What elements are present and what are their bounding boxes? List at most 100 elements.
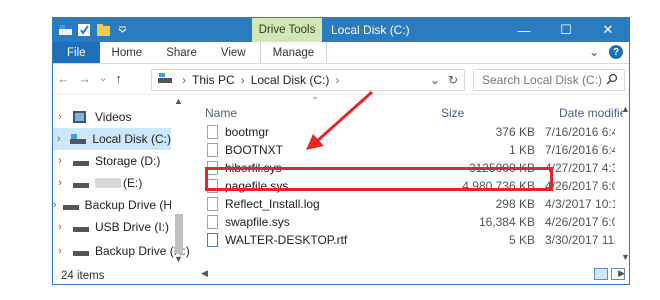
file-row-reflect-install[interactable]: Reflect_Install.log 298 KB 4/3/2017 10:1 (193, 195, 623, 213)
tab-home[interactable]: Home (100, 42, 155, 63)
minimize-button[interactable]: — (503, 18, 545, 42)
file-name: swapfile.sys (225, 215, 290, 229)
column-header-size[interactable]: Size (441, 106, 464, 120)
file-row-swapfile[interactable]: swapfile.sys 16,384 KB 4/26/2017 6:0 (193, 213, 623, 231)
horizontal-scrollbar[interactable]: ◀ ▶ (193, 266, 629, 280)
column-header-row: Name ⌃ Size Date modifiec ▲ (193, 96, 629, 120)
explorer-window: Drive Tools Local Disk (C:) — ☐ ✕ File H… (52, 17, 630, 285)
file-row-bootnxt[interactable]: BOOTNXT 1 KB 7/16/2016 6:4 (193, 141, 623, 159)
address-dropdown-icon[interactable]: ⌄ (430, 73, 440, 87)
nav-item-local-disk-c[interactable]: › Local Disk (C:) (53, 128, 171, 150)
address-bar[interactable]: › This PC › Local Disk (C:) › ⌄ ↻ (151, 69, 465, 91)
nav-item-label: USB Drive (I:) (95, 220, 170, 234)
properties-icon[interactable] (78, 24, 91, 36)
tab-view[interactable]: View (209, 42, 258, 63)
tab-manage[interactable]: Manage (259, 42, 328, 63)
file-date: 7/16/2016 6:4 (545, 125, 615, 139)
title-bar: Drive Tools Local Disk (C:) — ☐ ✕ (53, 18, 629, 42)
expand-chevron-icon[interactable]: › (53, 133, 64, 145)
window-title: Local Disk (C:) (331, 23, 410, 37)
view-switcher (594, 268, 625, 280)
scroll-down-arrow-icon[interactable]: ▼ (174, 254, 183, 264)
back-arrow-icon[interactable]: ← (57, 71, 70, 86)
nav-item-videos[interactable]: › Videos (53, 106, 171, 128)
file-date: 4/3/2017 10:1 (545, 197, 615, 211)
customize-dropdown-icon[interactable] (116, 24, 129, 36)
scroll-left-arrow-icon[interactable]: ◀ (201, 268, 208, 279)
ribbon-tabs: File Home Share View Manage ⌄ ? (53, 42, 629, 64)
file-name: bootmgr (225, 125, 270, 139)
help-icon[interactable]: ? (609, 45, 623, 59)
text-file-icon (207, 197, 218, 211)
column-header-date[interactable]: Date modifiec (559, 106, 623, 120)
address-row: ← → ⌄ ↑ › This PC › Local Disk (C:) › ⌄ … (53, 65, 629, 95)
nav-item-drive-e[interactable]: › (E:) (53, 172, 171, 194)
expand-chevron-icon[interactable]: › (53, 177, 67, 189)
drive-tools-contextual-tab[interactable]: Drive Tools (252, 18, 322, 42)
file-size: 16,384 KB (478, 215, 535, 229)
file-row-walter-desktop[interactable]: WALTER-DESKTOP.rtf 5 KB 3/30/2017 11: (193, 231, 623, 249)
close-button[interactable]: ✕ (587, 18, 629, 42)
file-row-bootmgr[interactable]: bootmgr 376 KB 7/16/2016 6:4 (193, 123, 623, 141)
rtf-document-icon (207, 233, 218, 247)
file-date: 3/30/2017 11: (545, 233, 615, 247)
drive-app-icon (59, 24, 72, 36)
breadcrumb-chevron-icon[interactable]: › (241, 73, 245, 87)
large-icons-view-icon[interactable] (611, 268, 625, 280)
breadcrumb-chevron-icon[interactable]: › (182, 73, 186, 87)
item-count: 24 items (61, 270, 105, 282)
scroll-up-arrow-icon[interactable]: ▲ (621, 104, 629, 114)
search-input[interactable]: Search Local Disk (C:) (473, 69, 625, 91)
file-date: 7/16/2016 6:4 (545, 143, 615, 157)
file-name: WALTER-DESKTOP.rtf (225, 233, 348, 247)
system-file-icon (207, 143, 218, 157)
details-view-icon[interactable] (594, 268, 608, 280)
breadcrumb-local-disk[interactable]: Local Disk (C:) (251, 73, 330, 87)
scroll-down-arrow-icon[interactable]: ▼ (621, 252, 629, 262)
file-size: 1 KB (508, 143, 535, 157)
tab-share[interactable]: Share (154, 42, 209, 63)
file-name: Reflect_Install.log (225, 197, 320, 211)
file-name: BOOTNXT (225, 143, 284, 157)
expand-chevron-icon[interactable]: › (53, 111, 67, 123)
scroll-up-arrow-icon[interactable]: ▲ (174, 96, 183, 106)
refresh-icon[interactable]: ↻ (448, 73, 458, 87)
quick-access-toolbar (59, 22, 129, 38)
file-size: 5 KB (508, 233, 535, 247)
navigation-pane: › Videos › Local Disk (C:) › Storage (D:… (53, 96, 191, 264)
status-bar: 24 items (53, 266, 193, 284)
drive-icon (62, 200, 79, 210)
navigation-scrollbar[interactable]: ▲ ▼ (173, 96, 185, 266)
breadcrumb-chevron-icon[interactable]: › (335, 73, 339, 87)
nav-item-label: Videos (95, 110, 132, 124)
recent-locations-icon[interactable]: ⌄ (99, 73, 107, 86)
column-header-name[interactable]: Name (205, 106, 237, 120)
up-arrow-icon[interactable]: ↑ (115, 71, 122, 86)
search-icon[interactable] (606, 73, 618, 88)
file-size: 298 KB (495, 197, 535, 211)
expand-chevron-icon[interactable]: › (53, 155, 67, 167)
forward-arrow-icon[interactable]: → (78, 71, 91, 86)
expand-chevron-icon[interactable]: › (53, 221, 67, 233)
expand-chevron-icon[interactable]: › (53, 245, 67, 257)
annotation-highlight-box (205, 167, 553, 191)
expand-ribbon-icon[interactable]: ⌄ (589, 45, 599, 59)
file-date: 4/26/2017 6:0 (545, 215, 615, 229)
nav-item-label: (E:) (123, 176, 143, 190)
drive-icon (73, 246, 89, 256)
nav-item-label: Storage (D:) (95, 154, 161, 168)
nav-item-usb-drive-i[interactable]: › USB Drive (I:) (53, 216, 171, 238)
nav-item-backup-drive-h[interactable]: › Backup Drive (H (53, 194, 171, 216)
maximize-button[interactable]: ☐ (545, 18, 587, 42)
breadcrumb-this-pc[interactable]: This PC (192, 73, 235, 87)
nav-item-backup-drive-h-2[interactable]: › Backup Drive (H:) (53, 240, 191, 262)
nav-item-storage-d[interactable]: › Storage (D:) (53, 150, 171, 172)
system-file-icon (207, 125, 218, 139)
expand-chevron-icon[interactable]: › (53, 199, 57, 211)
tab-file[interactable]: File (53, 42, 100, 63)
file-date: 4/26/2017 6:0 (545, 179, 615, 193)
new-folder-icon[interactable] (97, 24, 110, 36)
scrollbar-thumb[interactable] (175, 214, 183, 254)
this-pc-icon (158, 73, 172, 87)
sort-ascending-icon: ⌃ (311, 96, 320, 107)
